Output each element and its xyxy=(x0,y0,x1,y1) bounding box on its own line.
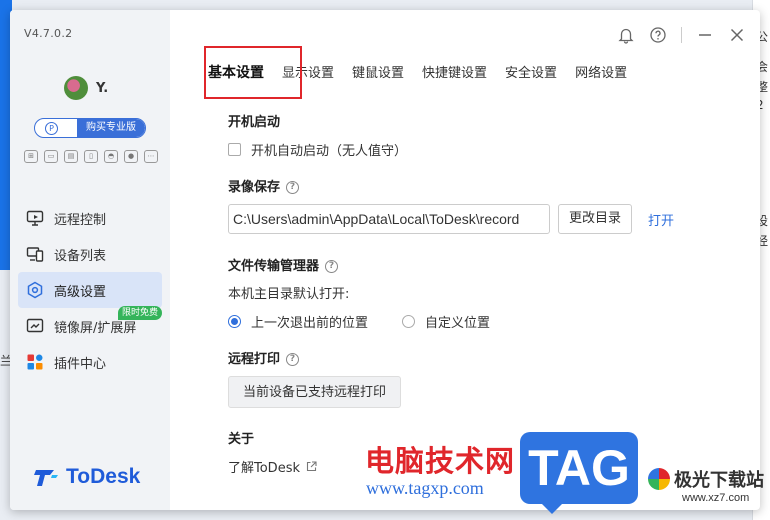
recording-title: 录像保存? xyxy=(228,176,674,195)
about-title: 关于 xyxy=(228,432,255,447)
recording-path-field[interactable]: C:\Users\admin\AppData\Local\ToDesk\reco… xyxy=(228,204,550,234)
external-link-icon xyxy=(306,461,317,472)
sidebar-item-label: 设备列表 xyxy=(54,248,107,264)
plugin-center-icon xyxy=(27,354,43,370)
help-icon[interactable]: ? xyxy=(325,260,339,273)
remote-print-title-text: 远程打印 xyxy=(228,352,281,367)
recording-section: 录像保存? C:\Users\admin\AppData\Local\ToDes… xyxy=(228,176,674,234)
highlight-box xyxy=(204,46,302,99)
bell-icon[interactable] xyxy=(617,26,635,44)
site-logo-icon xyxy=(648,468,670,490)
tab-keyboard-mouse-settings[interactable]: 键鼠设置 xyxy=(352,62,404,82)
todesk-logo-icon xyxy=(34,470,58,486)
limited-free-badge: 限时免费 xyxy=(117,306,162,320)
help-icon[interactable]: ? xyxy=(286,353,300,366)
sidebar: V4.7.0.2 Y. P 购买专业版 ⊞ ▭ ▤ ▯ ◓ ● ⋯ 远程控制 设… xyxy=(10,10,170,510)
window-controls xyxy=(617,26,746,44)
site-name: 极光下载站 xyxy=(674,470,764,491)
last-location-radio[interactable] xyxy=(228,315,241,328)
directory-options: 上一次退出前的位置 自定义位置 xyxy=(228,312,490,331)
gamepad-icon[interactable]: ⊞ xyxy=(24,150,38,163)
sidebar-item-mirror-screen[interactable]: 镜像屏/扩展屏 限时免费 xyxy=(18,306,162,344)
learn-todesk-link[interactable]: 了解ToDesk xyxy=(228,457,317,476)
avatar[interactable] xyxy=(64,76,88,100)
remote-control-icon xyxy=(26,210,44,226)
tag-logo: TAG xyxy=(520,432,638,514)
about-section: 关于 了解ToDesk xyxy=(228,428,317,476)
open-folder-link[interactable]: 打开 xyxy=(648,210,674,229)
custom-location-radio[interactable] xyxy=(402,315,416,328)
sidebar-nav: 远程控制 设备列表 高级设置 镜像屏/扩展屏 限时免费 插件中心 xyxy=(18,200,162,380)
sidebar-item-label: 远程控制 xyxy=(54,212,107,228)
apple-icon[interactable]: ● xyxy=(124,150,138,163)
settings-panel: 基本设置 显示设置 键鼠设置 快捷键设置 安全设置 网络设置 开机启动 开机自动… xyxy=(170,10,760,510)
phone-icon[interactable]: ▯ xyxy=(84,150,98,163)
todesk-window: V4.7.0.2 Y. P 购买专业版 ⊞ ▭ ▤ ▯ ◓ ● ⋯ 远程控制 设… xyxy=(10,10,760,510)
divider xyxy=(681,27,682,43)
sidebar-item-remote-control[interactable]: 远程控制 xyxy=(18,200,162,236)
todesk-logo: ToDesk xyxy=(34,465,140,489)
recording-title-text: 录像保存 xyxy=(228,180,281,195)
custom-location-label[interactable]: 自定义位置 xyxy=(425,312,490,331)
sidebar-item-label: 插件中心 xyxy=(54,356,107,372)
remote-print-button[interactable]: 当前设备已支持远程打印 xyxy=(228,376,402,408)
help-icon[interactable]: ? xyxy=(286,181,300,194)
desktop-icon[interactable]: ▭ xyxy=(44,150,58,163)
buy-pro-button[interactable]: P 购买专业版 xyxy=(34,118,146,138)
quick-icons: ⊞ ▭ ▤ ▯ ◓ ● ⋯ xyxy=(24,150,158,163)
recording-path-row: C:\Users\admin\AppData\Local\ToDesk\reco… xyxy=(228,204,674,234)
auto-start-option[interactable]: 开机自动启动（无人值守） xyxy=(228,140,407,159)
tab-security-settings[interactable]: 安全设置 xyxy=(505,62,557,82)
watermark-text: 电脑技术网 xyxy=(365,444,516,478)
auto-start-label: 开机自动启动（无人值守） xyxy=(251,144,408,159)
tab-network-settings[interactable]: 网络设置 xyxy=(575,62,627,82)
default-directory-label: 本机主目录默认打开: xyxy=(228,287,350,302)
card-icon[interactable]: ▤ xyxy=(64,150,78,163)
change-directory-button[interactable]: 更改目录 xyxy=(558,204,633,234)
remote-print-section: 远程打印? 当前设备已支持远程打印 xyxy=(228,348,402,408)
site-url: www.xz7.com xyxy=(682,492,750,504)
watermark-url: www.tagxp.com xyxy=(366,478,484,498)
file-transfer-section: 文件传输管理器? 本机主目录默认打开: 上一次退出前的位置 自定义位置 xyxy=(228,255,490,331)
buy-pro-label: 购买专业版 xyxy=(77,119,145,137)
learn-todesk-label: 了解ToDesk xyxy=(228,461,300,476)
android-icon[interactable]: ◓ xyxy=(104,150,118,163)
tab-shortcut-settings[interactable]: 快捷键设置 xyxy=(422,62,487,82)
more-icon[interactable]: ⋯ xyxy=(144,150,158,163)
sidebar-item-plugin-center[interactable]: 插件中心 xyxy=(18,344,162,380)
sidebar-item-device-list[interactable]: 设备列表 xyxy=(18,236,162,272)
mirror-screen-icon xyxy=(26,318,44,333)
pro-icon: P xyxy=(45,122,58,135)
minimize-icon[interactable] xyxy=(696,26,714,44)
startup-title: 开机启动 xyxy=(228,115,281,130)
site-watermark: 极光下载站 xyxy=(648,466,764,492)
sidebar-item-label: 高级设置 xyxy=(54,284,107,300)
remote-print-title: 远程打印? xyxy=(228,348,401,367)
advanced-settings-icon xyxy=(27,281,43,299)
last-location-label[interactable]: 上一次退出前的位置 xyxy=(251,312,368,331)
version-label: V4.7.0.2 xyxy=(24,27,73,40)
file-transfer-title-text: 文件传输管理器 xyxy=(228,259,320,274)
auto-start-checkbox[interactable] xyxy=(228,143,241,156)
logo-text: ToDesk xyxy=(66,465,141,488)
user-name: Y. xyxy=(96,81,109,96)
file-transfer-title: 文件传输管理器? xyxy=(228,255,490,274)
sidebar-item-advanced-settings[interactable]: 高级设置 xyxy=(18,272,162,308)
startup-section: 开机启动 开机自动启动（无人值守） xyxy=(228,111,407,159)
device-list-icon xyxy=(26,247,44,262)
close-icon[interactable] xyxy=(728,26,746,44)
help-icon[interactable] xyxy=(649,26,667,44)
